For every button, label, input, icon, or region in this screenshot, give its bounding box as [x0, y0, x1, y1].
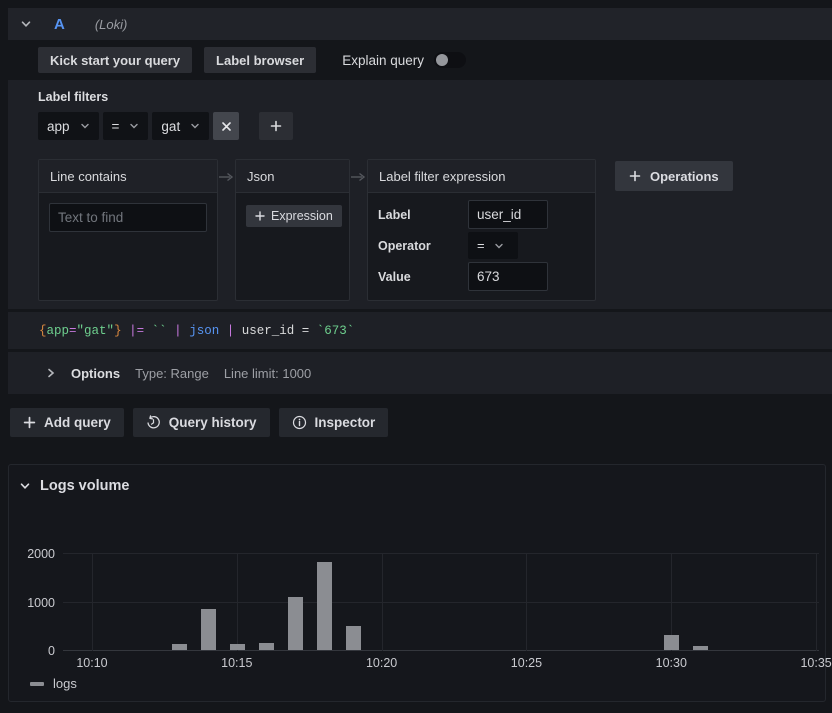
toggle-knob	[436, 54, 448, 66]
x-gridline	[526, 554, 527, 651]
plus-icon	[255, 211, 265, 221]
plus-icon	[629, 170, 641, 182]
query-preview: {app="gat"} |= `` | json | user_id = `67…	[8, 312, 832, 349]
x-axis-tick-label: 10:15	[221, 656, 252, 670]
operator-field-name: Operator	[378, 239, 468, 253]
bar-10:14	[201, 609, 216, 650]
add-operations-button[interactable]: Operations	[615, 161, 733, 191]
query-ref-id: A	[54, 16, 65, 33]
operation-line-contains: Line contains	[38, 159, 218, 301]
operator-select[interactable]: =	[468, 232, 518, 259]
logs-volume-chart: 10:1010:1510:2010:2510:3010:35010002000	[63, 539, 819, 651]
y-axis-tick-label: 2000	[11, 546, 55, 562]
add-query-button[interactable]: Add query	[10, 408, 124, 437]
explain-query-toggle[interactable]	[434, 52, 466, 68]
info-circle-icon	[292, 415, 307, 430]
x-axis-tick-label: 10:30	[656, 656, 687, 670]
options-type: Type: Range	[135, 366, 209, 381]
bar-10:15	[230, 644, 245, 650]
x-axis-tick-label: 10:35	[800, 656, 831, 670]
options-title: Options	[71, 366, 120, 381]
chevron-down-icon	[494, 241, 504, 251]
x-axis-tick-label: 10:25	[511, 656, 542, 670]
close-icon	[221, 121, 232, 132]
label-filter-row: app = gat	[38, 112, 822, 140]
line-contains-input[interactable]	[49, 203, 207, 232]
x-axis-tick-label: 10:20	[366, 656, 397, 670]
x-gridline	[237, 554, 238, 651]
explain-query-control: Explain query	[342, 52, 466, 68]
query-preview-text: {app="gat"} |= `` | json | user_id = `67…	[39, 324, 354, 338]
label-field-name: Label	[378, 208, 468, 222]
logs-volume-panel: Logs volume 10:1010:1510:2010:2510:3010:…	[8, 464, 826, 702]
operation-title[interactable]: Line contains	[39, 160, 217, 193]
label-filters-title: Label filters	[38, 90, 822, 104]
chevron-down-icon	[80, 121, 90, 131]
options-row[interactable]: Options Type: Range Line limit: 1000	[8, 352, 832, 394]
y-gridline	[63, 553, 819, 554]
label-field-input[interactable]	[468, 200, 548, 229]
remove-label-filter-button[interactable]	[213, 112, 239, 140]
options-line-limit: Line limit: 1000	[224, 366, 311, 381]
bar-10:19	[346, 626, 361, 650]
label-browser-button[interactable]: Label browser	[204, 47, 316, 73]
panel-title: Logs volume	[40, 478, 129, 494]
bar-10:17	[288, 597, 303, 650]
add-label-filter-button[interactable]	[259, 112, 293, 140]
label-name-select[interactable]: app	[38, 112, 99, 140]
label-operator-value: =	[112, 119, 120, 134]
pipeline-arrow-right-icon	[219, 172, 234, 182]
explore-query-editor: A (Loki) Kick start your query Label bro…	[0, 8, 832, 702]
query-history-button[interactable]: Query history	[133, 408, 270, 437]
legend-series-swatch[interactable]	[30, 682, 44, 686]
query-actions: Add query Query history Inspector	[10, 408, 832, 437]
chart-legend: logs	[30, 676, 825, 691]
plus-icon	[23, 416, 36, 429]
x-axis-tick-label: 10:10	[76, 656, 107, 670]
x-gridline	[816, 554, 817, 651]
y-axis-tick-label: 0	[11, 643, 55, 659]
operations-pipeline: Line contains Json Expression	[38, 159, 822, 301]
datasource-hint: (Loki)	[95, 17, 128, 32]
value-field-name: Value	[378, 270, 468, 284]
explain-query-label: Explain query	[342, 53, 424, 68]
bar-10:30	[664, 635, 679, 651]
pipeline-arrow-right-icon	[351, 172, 366, 182]
collapse-panel-chevron-down-icon[interactable]	[19, 480, 31, 492]
kick-start-query-button[interactable]: Kick start your query	[38, 47, 192, 73]
y-gridline	[63, 602, 819, 603]
logs-volume-header[interactable]: Logs volume	[9, 465, 825, 494]
operation-title[interactable]: Json	[236, 160, 349, 193]
x-gridline	[92, 554, 93, 651]
options-chevron-right-icon[interactable]	[46, 367, 56, 379]
query-toolbar: Kick start your query Label browser Expl…	[38, 47, 832, 73]
bar-10:31	[693, 646, 708, 650]
collapse-query-chevron-down-icon[interactable]	[20, 18, 32, 30]
label-value-select[interactable]: gat	[152, 112, 209, 140]
query-row-header[interactable]: A (Loki)	[8, 8, 832, 40]
legend-series-label[interactable]: logs	[53, 676, 77, 691]
y-axis-tick-label: 1000	[11, 595, 55, 611]
add-expression-button[interactable]: Expression	[246, 205, 342, 227]
operation-json: Json Expression	[235, 159, 350, 301]
query-builder-rows: Label filters app = gat	[8, 80, 832, 309]
label-name-value: app	[47, 119, 70, 134]
inspector-button[interactable]: Inspector	[279, 408, 389, 437]
x-gridline	[382, 554, 383, 651]
plot-area: 10:1010:1510:2010:2510:3010:35010002000	[63, 539, 819, 651]
label-operator-select[interactable]: =	[103, 112, 149, 140]
operation-label-filter-expression: Label filter expression Label Operator =…	[367, 159, 596, 301]
value-field-input[interactable]	[468, 262, 548, 291]
label-value-value: gat	[161, 119, 180, 134]
history-icon	[146, 415, 161, 430]
bar-10:18	[317, 562, 332, 650]
chevron-down-icon	[129, 121, 139, 131]
plus-icon	[270, 120, 282, 132]
x-axis-line	[63, 650, 819, 651]
operation-title[interactable]: Label filter expression	[368, 160, 595, 193]
bar-10:16	[259, 643, 274, 650]
chevron-down-icon	[190, 121, 200, 131]
bar-10:13	[172, 644, 187, 650]
